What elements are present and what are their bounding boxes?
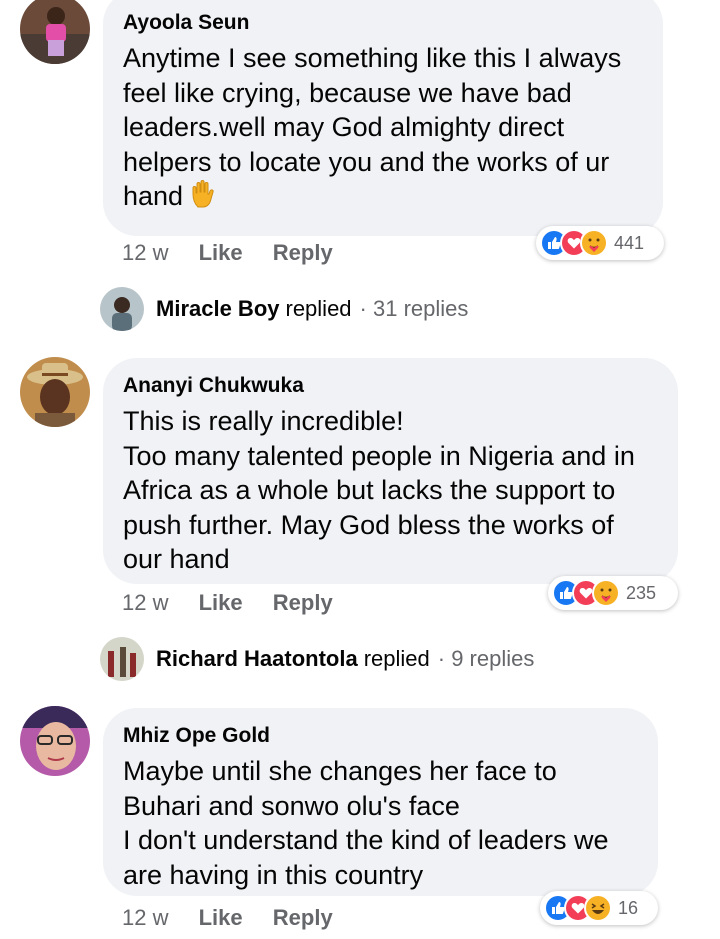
reaction-count: 235 <box>626 582 657 603</box>
care-reaction-icon <box>592 579 620 607</box>
comment-author[interactable]: Mhiz Ope Gold <box>123 722 636 750</box>
timestamp[interactable]: 12 w <box>122 590 168 615</box>
avatar[interactable] <box>20 706 90 776</box>
comment-actions: 12 w Like Reply <box>122 240 357 266</box>
avatar[interactable] <box>20 357 90 427</box>
comment-actions: 12 w Like Reply <box>122 905 357 931</box>
comment-bubble: Mhiz Ope Gold Maybe until she changes he… <box>103 708 658 896</box>
haha-reaction-icon <box>584 894 612 922</box>
reply-avatar <box>100 637 144 681</box>
reply-button[interactable]: Reply <box>273 905 333 930</box>
care-reaction-icon <box>580 229 608 257</box>
raised-hand-icon <box>189 179 219 209</box>
replied-label: replied <box>285 296 352 321</box>
like-button[interactable]: Like <box>199 905 243 930</box>
replies-count[interactable]: · 31 replies <box>360 296 469 322</box>
reaction-count: 16 <box>618 897 639 918</box>
reply-author[interactable]: Miracle Boy <box>156 296 280 322</box>
comment-bubble: Ananyi Chukwuka This is really incredibl… <box>103 358 678 584</box>
comment-text: Anytime I see something like this I alwa… <box>123 43 622 211</box>
like-button[interactable]: Like <box>199 590 243 615</box>
avatar[interactable] <box>20 0 90 64</box>
like-button[interactable]: Like <box>199 240 243 265</box>
reaction-summary[interactable]: 235 <box>548 576 678 610</box>
comment-actions: 12 w Like Reply <box>122 590 357 616</box>
comment-text: Maybe until she changes her face to Buha… <box>123 756 609 890</box>
timestamp[interactable]: 12 w <box>122 905 168 930</box>
reply-author[interactable]: Richard Haatontola <box>156 646 358 672</box>
timestamp[interactable]: 12 w <box>122 240 168 265</box>
replies-link[interactable]: Miracle Boy replied · 31 replies <box>100 287 468 331</box>
reaction-count: 441 <box>614 232 645 253</box>
reaction-summary[interactable]: 441 <box>536 226 664 260</box>
comment-bubble: Ayoola Seun Anytime I see something like… <box>103 0 663 236</box>
reply-avatar <box>100 287 144 331</box>
comment-author[interactable]: Ayoola Seun <box>123 9 641 37</box>
comment-author[interactable]: Ananyi Chukwuka <box>123 372 656 400</box>
reply-button[interactable]: Reply <box>273 240 333 265</box>
reaction-summary[interactable]: 16 <box>540 891 658 925</box>
replies-link[interactable]: Richard Haatontola replied · 9 replies <box>100 637 534 681</box>
replied-label: replied <box>363 646 430 671</box>
comment-text: This is really incredible! Too many tale… <box>123 406 635 574</box>
reply-button[interactable]: Reply <box>273 590 333 615</box>
replies-count[interactable]: · 9 replies <box>438 646 535 672</box>
